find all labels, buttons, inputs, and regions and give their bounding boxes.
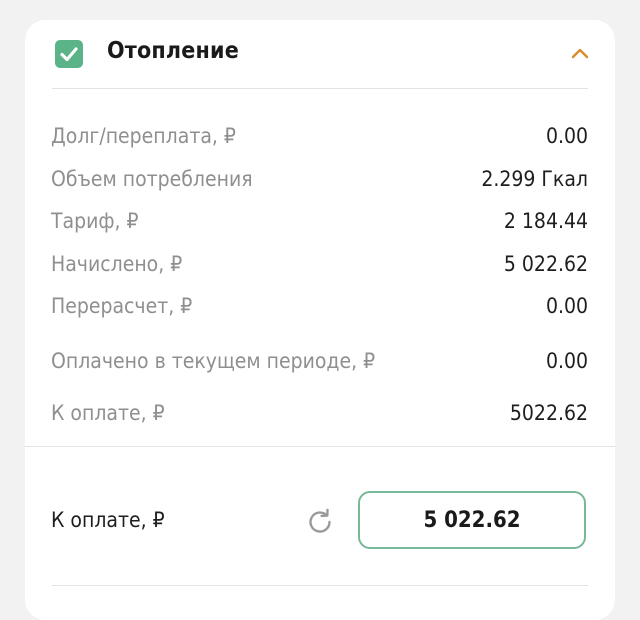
row-value-consumption: 2.299 Гкал (481, 167, 588, 191)
row-value-tariff: 2 184.44 (503, 209, 588, 233)
header-divider (52, 88, 588, 89)
row-label-consumption: Объем потребления (51, 167, 253, 191)
row-label-paid-current-period: Оплачено в текущем периоде, ₽ (51, 349, 376, 373)
details-divider (25, 446, 615, 447)
row-label-tariff: Тариф, ₽ (51, 209, 139, 233)
payment-amount-input[interactable] (358, 491, 586, 549)
row-label-to-pay: К оплате, ₽ (51, 401, 165, 425)
refresh-icon[interactable] (305, 507, 335, 537)
section-title: Отопление (107, 38, 239, 64)
heating-card: Отопление Долг/переплата, ₽ 0.00 Объем п… (25, 20, 615, 620)
chevron-up-icon[interactable] (569, 44, 591, 62)
checkbox-checked-icon[interactable] (55, 40, 83, 68)
row-value-recalculation: 0.00 (545, 294, 588, 318)
row-value-debt: 0.00 (545, 124, 588, 148)
row-label-debt: Долг/переплата, ₽ (51, 124, 236, 148)
section-header[interactable]: Отопление (25, 20, 615, 88)
row-value-paid-current-period: 0.00 (545, 349, 588, 373)
row-label-recalculation: Перерасчет, ₽ (51, 294, 193, 318)
payment-label: К оплате, ₽ (51, 508, 165, 532)
row-value-to-pay: 5022.62 (509, 401, 588, 425)
row-value-accrued: 5 022.62 (503, 252, 588, 276)
row-label-accrued: Начислено, ₽ (51, 252, 183, 276)
footer-divider (52, 585, 588, 586)
